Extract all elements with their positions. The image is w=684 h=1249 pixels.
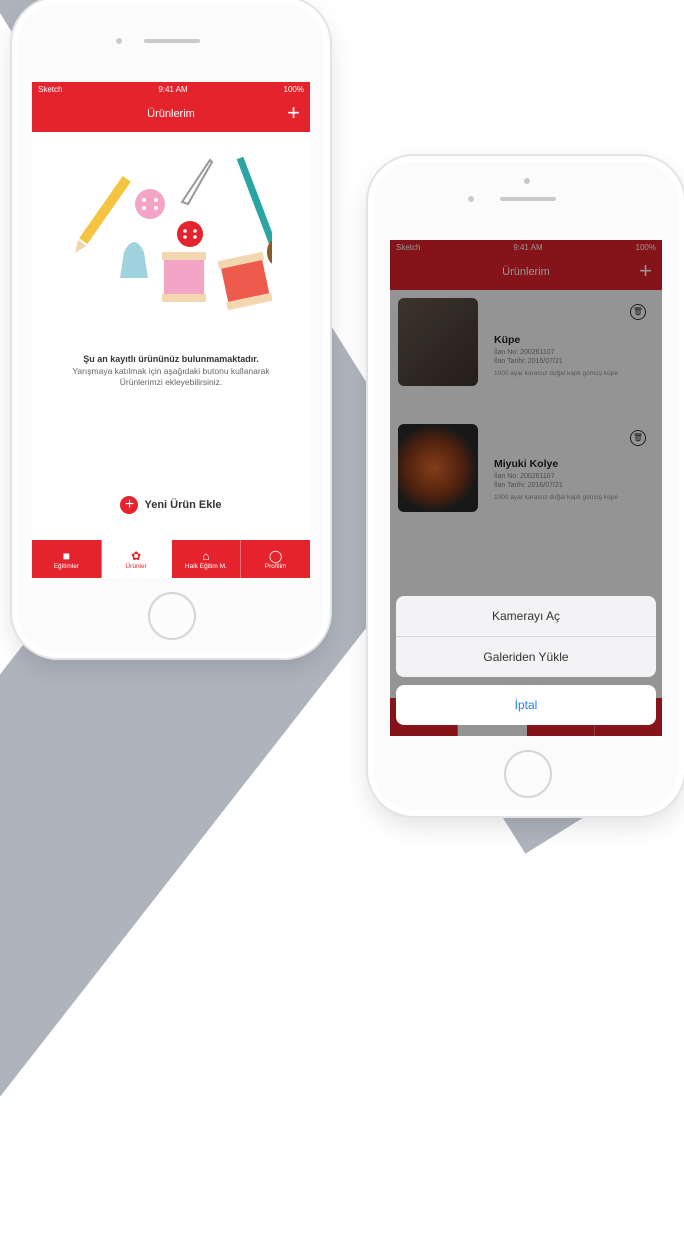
battery: 100% (283, 84, 304, 94)
cancel-button[interactable]: İptal (396, 685, 656, 725)
tab-label: Halk Eğitim M. (184, 562, 227, 570)
tab-label: Eğitimler (53, 562, 80, 570)
add-icon[interactable]: + (287, 101, 300, 125)
nav-bar: Ürünlerim + (32, 96, 310, 132)
time: 9:41 AM (158, 84, 188, 94)
add-product-button[interactable]: + Yeni Ürün Ekle (32, 496, 310, 514)
tab-bar: ■ Eğitimler ✿ Ürünler ⌂ Halk Eğitim M. ◯… (32, 540, 310, 578)
safety-pin-icon (180, 158, 214, 206)
screen-products-list: Sketch 9:41 AM 100% Ürünlerim + 🗑 Küpe İ… (390, 240, 662, 736)
tab-products[interactable]: ✿ Ürünler (101, 540, 172, 578)
thimble-icon (120, 242, 148, 278)
brush-icon (236, 156, 272, 244)
pencil-icon (75, 176, 131, 253)
home-button (148, 592, 196, 640)
home-icon: ⌂ (202, 548, 210, 563)
spool-pink (164, 260, 204, 294)
carrier: Sketch (38, 84, 63, 94)
camera-dot (524, 178, 530, 184)
page-title: Ürünlerim (147, 108, 195, 120)
screen-products-empty: Sketch 9:41 AM 100% Ürünlerim + Şu an ka… (32, 82, 310, 578)
speaker (144, 39, 200, 43)
yarn-icon: ✿ (131, 548, 142, 563)
camera-dot (468, 196, 474, 202)
tab-trainings[interactable]: ■ Eğitimler (32, 540, 102, 578)
status-bar: Sketch 9:41 AM 100% (32, 82, 310, 96)
speaker (500, 197, 556, 201)
button-red (177, 221, 203, 247)
tab-profile[interactable]: ◯ Profilim (241, 540, 310, 578)
upload-gallery-button[interactable]: Galeriden Yükle (396, 637, 656, 677)
action-group: Kamerayı Aç Galeriden Yükle (396, 596, 656, 677)
empty-description: Yarışmaya katılmak için aşağıdaki butonu… (72, 366, 270, 387)
tab-label: Ürünler (125, 562, 147, 570)
action-sheet: Kamerayı Aç Galeriden Yükle İptal (396, 596, 656, 725)
teacher-icon: ■ (62, 548, 70, 563)
camera-dot (116, 38, 122, 44)
add-product-label: Yeni Ürün Ekle (144, 499, 222, 511)
phone-mockup-right: Sketch 9:41 AM 100% Ürünlerim + 🗑 Küpe İ… (368, 156, 684, 816)
tab-label: Profilim (264, 562, 287, 570)
open-camera-button[interactable]: Kamerayı Aç (396, 596, 656, 637)
home-button (504, 750, 552, 798)
user-icon: ◯ (268, 548, 283, 563)
plus-icon: + (120, 496, 139, 514)
sewing-illustration (75, 156, 272, 311)
empty-title: Şu an kayıtlı ürününüz bulunmamaktadır. (83, 354, 259, 364)
button-pink (135, 189, 165, 219)
phone-mockup-left: Sketch 9:41 AM 100% Ürünlerim + Şu an ka… (12, 0, 330, 658)
tab-public-education[interactable]: ⌂ Halk Eğitim M. (172, 540, 242, 578)
